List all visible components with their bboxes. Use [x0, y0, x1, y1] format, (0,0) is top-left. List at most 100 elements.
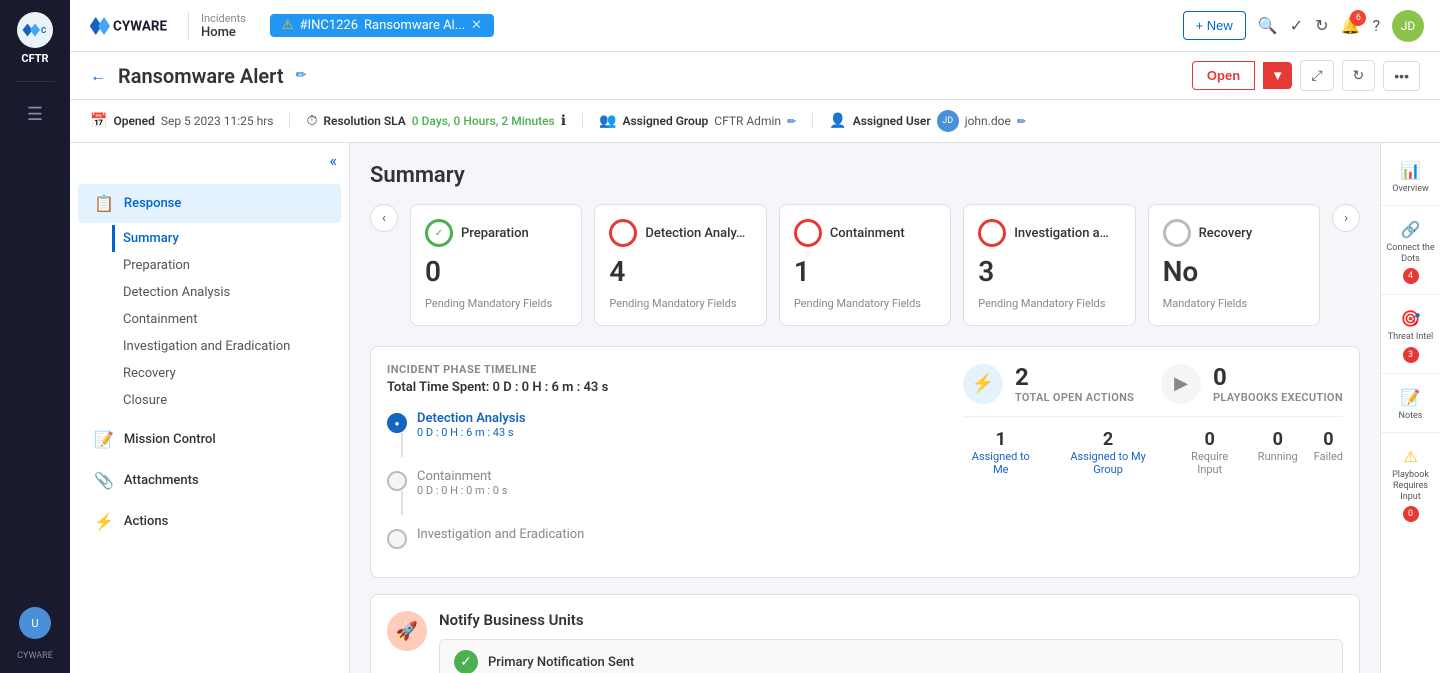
- sidebar-sub-containment[interactable]: Containment: [112, 306, 349, 333]
- timeline-item-investigation: Investigation and Eradication: [387, 527, 943, 549]
- playbook-input-badge: 0: [1403, 506, 1419, 522]
- timeline-item-containment: Containment 0 D : 0 H : 0 m : 0 s: [387, 469, 943, 515]
- phase-card-containment[interactable]: Containment 1 Pending Mandatory Fields: [779, 204, 951, 326]
- preparation-desc: Pending Mandatory Fields: [425, 296, 567, 311]
- cftr-label: CFTR: [21, 52, 48, 65]
- nav-bottom: U CYWARE: [17, 607, 53, 661]
- group-meta: 👥 Assigned Group CFTR Admin ✏: [583, 113, 813, 129]
- sidebar-sub-items-response: Summary Preparation Detection Analysis C…: [70, 225, 349, 414]
- tab-close-btn[interactable]: ✕: [471, 18, 482, 33]
- attachments-label: Attachments: [124, 473, 199, 488]
- logo-area: C CFTR: [17, 12, 53, 65]
- sidebar-sub-summary[interactable]: Summary: [112, 225, 349, 252]
- sidebar-sub-investigation[interactable]: Investigation and Eradication: [112, 333, 349, 360]
- primary-notification: ✓ Primary Notification Sent: [439, 639, 1343, 673]
- refresh-button[interactable]: ↻: [1342, 60, 1376, 91]
- recovery-name: Recovery: [1199, 226, 1253, 241]
- active-tab[interactable]: ⚠ #INC1226 Ransomware Al... ✕: [270, 14, 494, 37]
- sidebar-item-actions[interactable]: ⚡ Actions: [78, 502, 341, 541]
- edit-user-icon[interactable]: ✏: [1017, 115, 1026, 128]
- right-panel-connect-dots[interactable]: 🔗 Connect the Dots 4: [1381, 210, 1440, 296]
- sidebar-item-response[interactable]: 📋 Response: [78, 184, 341, 223]
- edit-title-icon[interactable]: ✏: [296, 68, 307, 83]
- user-avatar-top[interactable]: JD: [1392, 10, 1424, 42]
- left-navigation: C CFTR ☰ U CYWARE: [0, 0, 70, 673]
- timeline-title: INCIDENT PHASE TIMELINE: [387, 363, 943, 376]
- right-panel-threat-intel[interactable]: 🎯 Threat Intel 3: [1381, 299, 1440, 374]
- assigned-user-avatar: JD: [937, 110, 959, 132]
- timeline-dot-investigation: [387, 529, 407, 549]
- phase-card-preparation[interactable]: ✓ Preparation 0 Pending Mandatory Fields: [410, 204, 582, 326]
- sla-info-icon[interactable]: ℹ: [561, 113, 566, 129]
- phase-next-button[interactable]: ›: [1332, 204, 1360, 232]
- assigned-to-me-label: Assigned to Me: [963, 450, 1039, 476]
- status-dropdown-button[interactable]: ▼: [1263, 62, 1292, 89]
- help-icon-btn[interactable]: ?: [1372, 16, 1380, 35]
- playbooks-label: PLAYBOOKS EXECUTION: [1213, 391, 1343, 404]
- open-actions-label: TOTAL OPEN ACTIONS: [1015, 391, 1134, 404]
- notification-badge: 6: [1350, 10, 1366, 26]
- sidebar-item-mission-control[interactable]: 📝 Mission Control: [78, 420, 341, 459]
- right-panel-overview[interactable]: 📊 Overview: [1381, 151, 1440, 206]
- threat-intel-label: Threat Intel: [1388, 332, 1433, 343]
- sync-icon-btn[interactable]: ↻: [1315, 16, 1328, 35]
- sidebar-sub-recovery[interactable]: Recovery: [112, 360, 349, 387]
- sidebar-item-attachments[interactable]: 📎 Attachments: [78, 461, 341, 500]
- new-button[interactable]: + New: [1183, 11, 1246, 40]
- more-actions-button[interactable]: •••: [1383, 61, 1420, 91]
- meta-bar: 📅 Opened Sep 5 2023 11:25 hrs ⏱ Resoluti…: [70, 100, 1440, 143]
- collapse-sidebar-button[interactable]: «: [329, 151, 337, 170]
- svg-text:C: C: [41, 26, 46, 35]
- warning-icon: ⚠: [282, 18, 294, 33]
- open-actions-icon: ⚡: [963, 364, 1003, 404]
- phase-header-detection: Detection Analy…: [609, 219, 751, 247]
- threat-intel-icon: 🎯: [1401, 309, 1421, 328]
- timeline-info-investigation: Investigation and Eradication: [417, 527, 584, 542]
- assigned-to-group-count: 2: [1055, 429, 1162, 450]
- opened-meta: 📅 Opened Sep 5 2023 11:25 hrs: [90, 113, 290, 129]
- detection-phase-title[interactable]: Detection Analysis: [417, 411, 526, 426]
- containment-indicator: [794, 219, 822, 247]
- notifications-icon-btn[interactable]: 🔔 6: [1341, 16, 1361, 35]
- detection-count: 4: [609, 255, 751, 288]
- sidebar-sub-preparation[interactable]: Preparation: [112, 252, 349, 279]
- timeline-item-detection: ● Detection Analysis 0 D : 0 H : 6 m : 4…: [387, 411, 943, 457]
- sla-value: 0 Days, 0 Hours, 2 Minutes: [412, 114, 555, 128]
- assigned-to-me-stat: 1 Assigned to Me: [963, 429, 1039, 476]
- investigation-indicator: [978, 219, 1006, 247]
- preparation-indicator: ✓: [425, 219, 453, 247]
- phase-header-investigation: Investigation a…: [978, 219, 1120, 247]
- phase-card-recovery[interactable]: Recovery No Mandatory Fields: [1148, 204, 1320, 326]
- phase-card-detection[interactable]: Detection Analy… 4 Pending Mandatory Fie…: [594, 204, 766, 326]
- sidebar-sub-detection[interactable]: Detection Analysis: [112, 279, 349, 306]
- share-button[interactable]: ⤢: [1300, 60, 1333, 91]
- user-avatar-nav[interactable]: U: [19, 607, 51, 639]
- investigation-phase-title: Investigation and Eradication: [417, 527, 584, 542]
- tasks-icon-btn[interactable]: ✓: [1290, 16, 1303, 35]
- opened-value: Sep 5 2023 11:25 hrs: [161, 114, 274, 128]
- back-button[interactable]: ←: [90, 66, 106, 86]
- hamburger-icon[interactable]: ☰: [21, 98, 49, 131]
- sidebar-sub-closure[interactable]: Closure: [112, 387, 349, 414]
- status-open-button[interactable]: Open: [1192, 61, 1255, 90]
- edit-group-icon[interactable]: ✏: [787, 115, 796, 128]
- notification-label: Primary Notification Sent: [488, 655, 634, 670]
- notify-icon: 🚀: [387, 611, 427, 651]
- phase-header-recovery: Recovery: [1163, 219, 1305, 247]
- timeline-line-2: [401, 491, 403, 515]
- notify-content: Notify Business Units ✓ Primary Notifica…: [439, 611, 1343, 673]
- content-area: « 📋 Response Summary Preparation Detecti…: [70, 143, 1440, 673]
- cyware-logo-icon[interactable]: C: [17, 12, 53, 48]
- running-stat: 0 Running: [1258, 429, 1298, 476]
- phase-card-investigation[interactable]: Investigation a… 3 Pending Mandatory Fie…: [963, 204, 1135, 326]
- search-icon-btn[interactable]: 🔍: [1258, 16, 1278, 35]
- right-panel-notes[interactable]: 📝 Notes: [1381, 378, 1440, 433]
- calendar-icon: 📅: [90, 113, 107, 129]
- investigation-name: Investigation a…: [1014, 226, 1109, 241]
- timeline-section: INCIDENT PHASE TIMELINE Total Time Spent…: [370, 346, 1360, 578]
- incidents-nav[interactable]: Incidents Home: [188, 12, 258, 40]
- notify-title: Notify Business Units: [439, 611, 1343, 629]
- phase-prev-button[interactable]: ‹: [370, 204, 398, 232]
- right-panel-playbook-input[interactable]: ⚠ Playbook Requires Input 0: [1381, 437, 1440, 532]
- user-meta: 👤 Assigned User JD john.doe ✏: [813, 110, 1042, 132]
